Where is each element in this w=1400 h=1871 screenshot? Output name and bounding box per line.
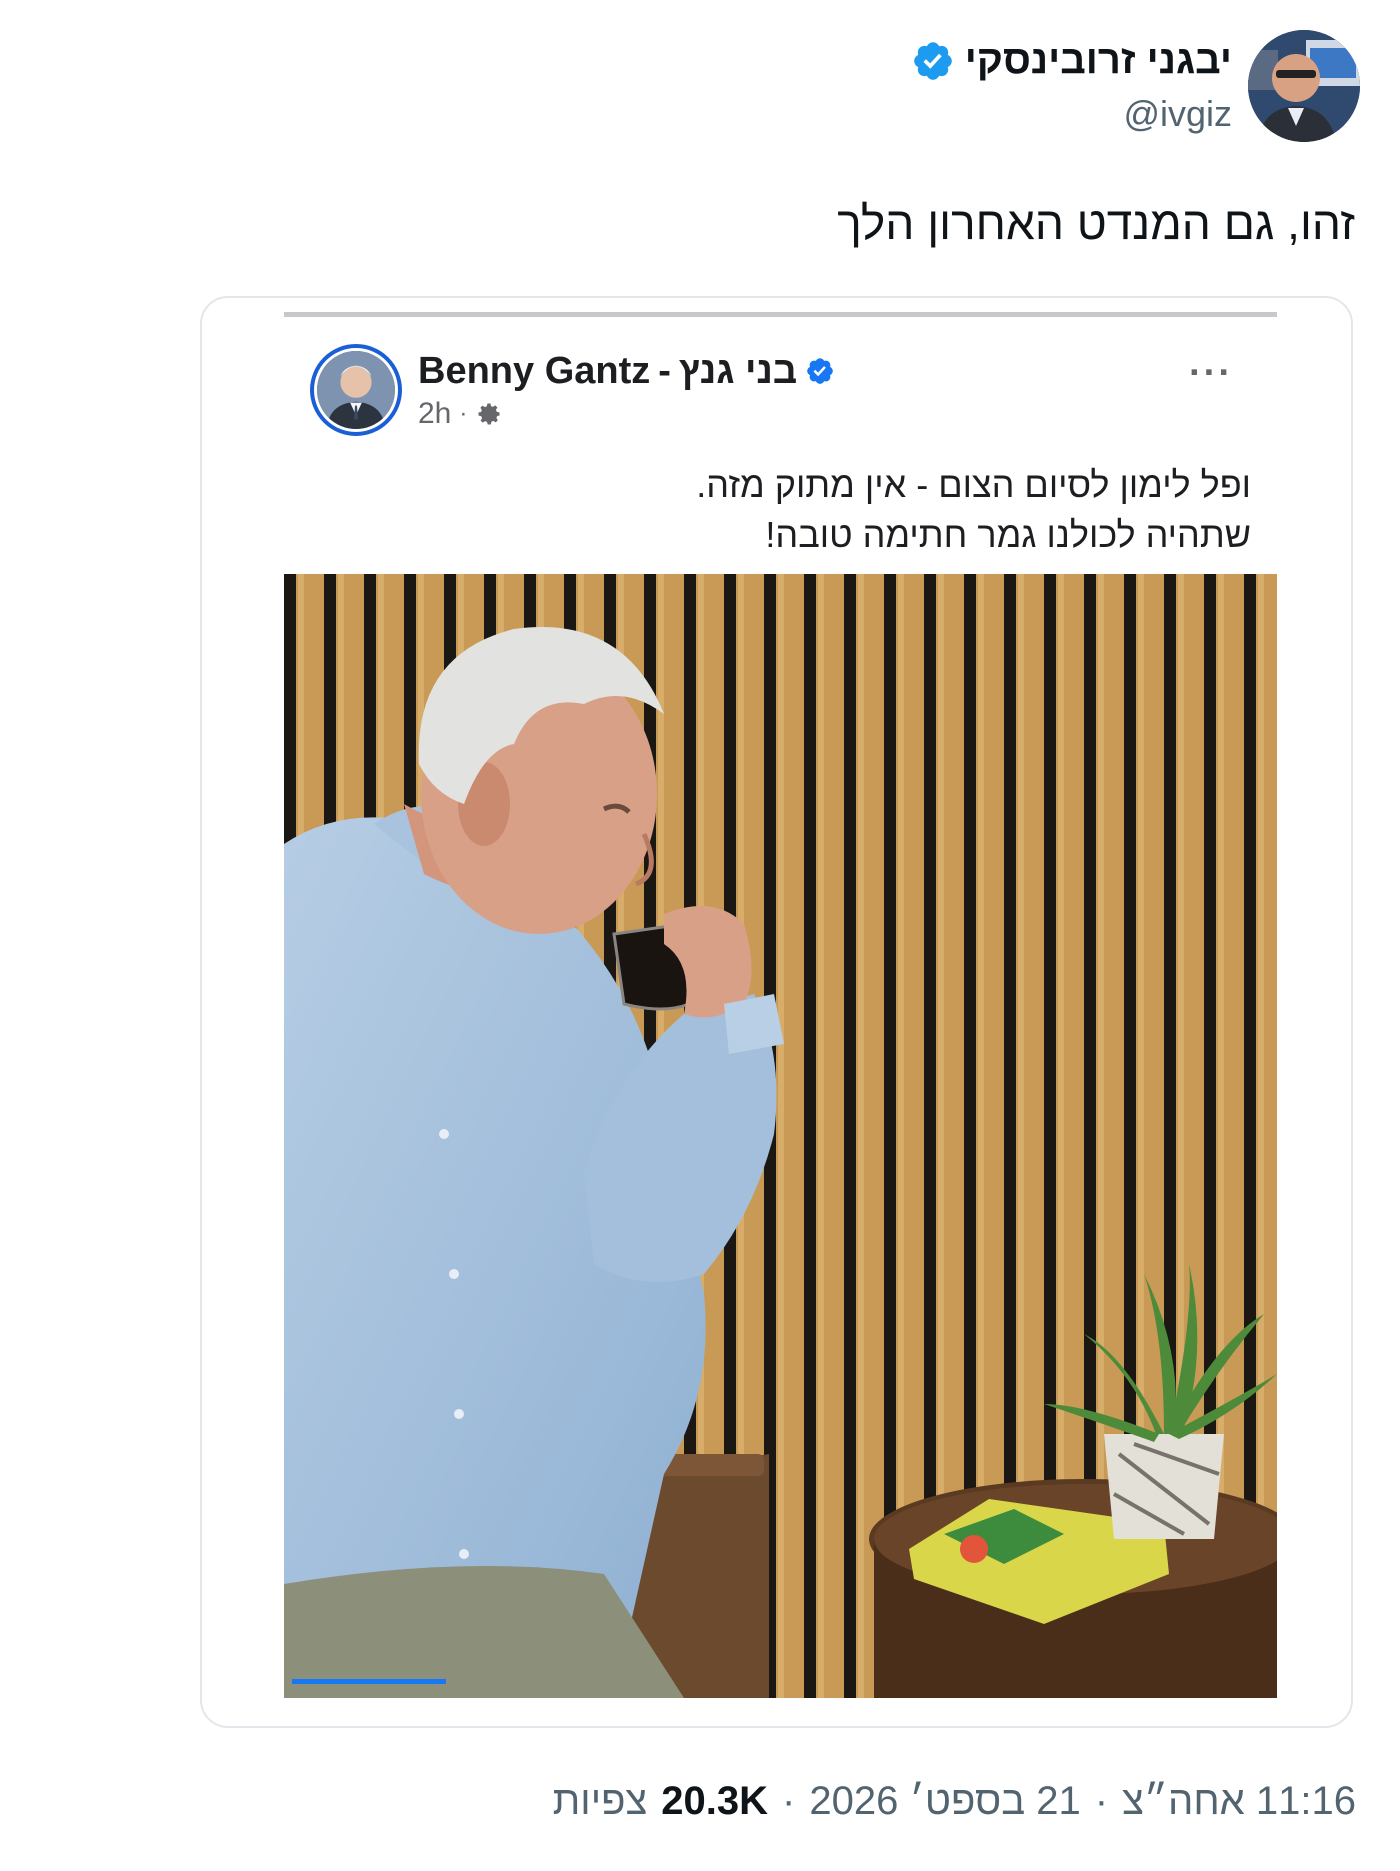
verified-badge-icon: [913, 41, 952, 80]
fb-time-separator: ·: [459, 399, 468, 427]
fb-author-name-he: בני גנץ: [678, 349, 798, 392]
views-label: צפיות: [552, 1779, 648, 1823]
fb-post-time: 2h: [418, 396, 452, 430]
tweet-date[interactable]: 21 בספט׳ 2026: [809, 1779, 1080, 1824]
tweet-time[interactable]: 11:16 אחה״צ: [1122, 1779, 1356, 1824]
fb-post-header: Benny Gantz - בני גנץ 2h ·: [310, 344, 835, 436]
author-name-row: יבגני זרובינסקי: [911, 38, 1232, 83]
fb-verified-icon: [807, 358, 833, 384]
video-progress-bar: [292, 1679, 446, 1684]
fb-post-text: ופל לימון לסיום הצום - אין מתוק מזה. שתה…: [351, 460, 1251, 560]
fb-post-text-line-2: שתהיה לכולנו גמר חתימה טובה!: [765, 514, 1251, 555]
fb-avatar-image: [317, 351, 395, 429]
tweet-header: יבגני זרובינסקי @ivgiz: [911, 30, 1360, 142]
fb-author-meta: Benny Gantz - בני גנץ 2h ·: [418, 350, 835, 431]
tweet-text: זהו, גם המנדט האחרון הלך: [837, 197, 1355, 249]
fb-time-row: 2h ·: [418, 397, 835, 431]
views-count[interactable]: 20.3K: [661, 1779, 768, 1824]
gear-icon: [478, 403, 500, 424]
fb-post-photo: [284, 574, 1277, 1698]
fb-name-row: Benny Gantz - בני גנץ: [418, 350, 835, 393]
facebook-post-screenshot: Benny Gantz - בני גנץ 2h · ··· ופל לימון…: [284, 312, 1277, 1712]
divider: [284, 312, 1277, 317]
author-block: יבגני זרובינסקי @ivgiz: [911, 30, 1232, 135]
footer-separator: ·: [1094, 1779, 1109, 1823]
author-avatar-image: [1248, 30, 1360, 142]
fb-post-text-line-1: ופל לימון לסיום הצום - אין מתוק מזה.: [696, 464, 1251, 505]
tweet-meta-footer: 11:16 אחה״צ · 21 בספט׳ 2026 · 20.3K צפיו…: [553, 1779, 1356, 1824]
fb-author-avatar: [310, 344, 402, 436]
footer-separator: ·: [782, 1779, 796, 1823]
author-handle[interactable]: @ivgiz: [1123, 93, 1232, 135]
photo-man-drinking-coffee: [284, 574, 1277, 1698]
tweet-media-card[interactable]: Benny Gantz - בני גנץ 2h · ··· ופל לימון…: [200, 296, 1353, 1728]
author-avatar[interactable]: [1248, 30, 1360, 142]
author-name[interactable]: יבגני זרובינסקי: [965, 38, 1232, 83]
fb-more-options-icon: ···: [1189, 352, 1233, 394]
fb-author-name-en: Benny Gantz: [418, 349, 651, 392]
fb-name-separator: -: [658, 349, 671, 392]
